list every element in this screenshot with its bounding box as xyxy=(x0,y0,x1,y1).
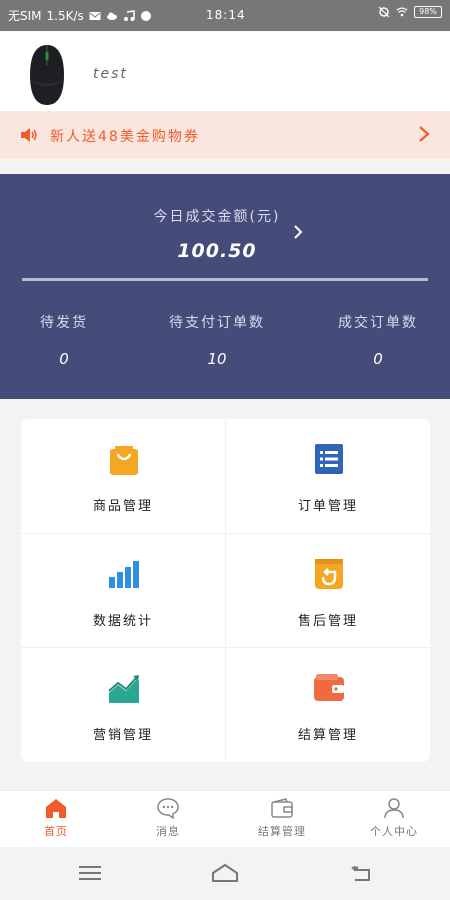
alarm-icon xyxy=(378,6,390,18)
management-grid: 商品管理 订单管理 数据统计 售后管理 营销管理 结算管理 xyxy=(21,419,430,762)
carrier-text: 无SIM xyxy=(8,9,42,23)
tab-label: 结算管理 xyxy=(258,825,306,838)
shopping-bag-icon xyxy=(110,446,138,475)
speaker-icon xyxy=(21,128,37,142)
home-icon xyxy=(46,799,66,818)
tab-label: 首页 xyxy=(44,825,68,838)
grid-item-label: 数据统计 xyxy=(92,614,153,629)
shop-name: test xyxy=(93,66,128,82)
wallet-icon xyxy=(271,798,293,818)
tab-settlement[interactable]: 结算管理 xyxy=(226,797,338,847)
notice-text: 新人送48美金购物券 xyxy=(50,129,200,145)
pending-payment-value[interactable]: 10 xyxy=(150,350,284,368)
wallet-icon xyxy=(314,674,344,701)
divider xyxy=(22,278,428,281)
tab-profile[interactable]: 个人中心 xyxy=(338,797,450,847)
grid-item-order-management[interactable]: 订单管理 xyxy=(226,419,430,533)
notice-bar[interactable]: 新人送48美金购物券 xyxy=(0,111,450,159)
mail-icon xyxy=(89,11,101,20)
after-sales-icon xyxy=(315,559,343,589)
grid-item-settlement[interactable]: 结算管理 xyxy=(226,648,430,762)
grid-item-label: 结算管理 xyxy=(297,728,358,743)
pending-ship-value[interactable]: 0 xyxy=(14,350,114,368)
grid-item-marketing[interactable]: 营销管理 xyxy=(21,648,225,762)
message-icon xyxy=(157,798,179,819)
grid-item-product-management[interactable]: 商品管理 xyxy=(21,419,225,533)
pending-ship-label[interactable]: 待发货 xyxy=(14,312,114,332)
tab-messages[interactable]: 消息 xyxy=(112,797,224,847)
wifi-icon xyxy=(396,7,408,17)
shop-profile: test xyxy=(0,31,450,111)
music-icon xyxy=(123,9,135,21)
cloud-icon xyxy=(106,12,117,20)
today-amount-label: 今日成交金额(元) xyxy=(153,209,281,225)
battery-indicator: 98% xyxy=(414,6,442,18)
tab-label: 个人中心 xyxy=(370,825,418,838)
order-list-icon xyxy=(315,444,343,474)
grid-item-label: 售后管理 xyxy=(297,614,358,629)
stats-banner: 今日成交金额(元) 100.50 待发货 0 待支付订单数 10 成交订单数 0 xyxy=(0,174,450,399)
user-icon xyxy=(384,798,404,819)
tab-label: 消息 xyxy=(156,825,180,838)
app-icon xyxy=(140,10,151,21)
grid-item-after-sales[interactable]: 售后管理 xyxy=(226,534,430,648)
chevron-right-icon[interactable] xyxy=(293,224,303,240)
net-speed-text: 1.5K/s xyxy=(46,8,84,23)
bar-chart-icon xyxy=(109,561,139,588)
completed-orders-value[interactable]: 0 xyxy=(318,350,438,368)
status-bar: 无SIM 1.5K/s 18:14 98% xyxy=(0,0,450,31)
avatar[interactable] xyxy=(22,43,72,107)
clock: 18:14 xyxy=(206,8,246,22)
menu-icon[interactable] xyxy=(75,861,105,885)
grid-item-data-statistics[interactable]: 数据统计 xyxy=(21,534,225,648)
tab-home[interactable]: 首页 xyxy=(0,797,112,847)
grid-item-label: 营销管理 xyxy=(92,728,153,743)
chevron-right-icon xyxy=(419,126,430,142)
grid-item-label: 订单管理 xyxy=(297,499,358,514)
grid-item-label: 商品管理 xyxy=(92,499,153,514)
system-nav-bar xyxy=(0,847,450,900)
completed-orders-label[interactable]: 成交订单数 xyxy=(318,312,438,332)
today-amount-value[interactable]: 100.50 xyxy=(0,240,434,262)
pending-payment-label[interactable]: 待支付订单数 xyxy=(150,312,284,332)
bottom-tab-bar: 首页 消息 结算管理 个人中心 xyxy=(0,790,450,847)
marketing-chart-icon xyxy=(108,675,139,703)
back-icon[interactable] xyxy=(347,861,377,885)
home-icon[interactable] xyxy=(210,861,240,885)
